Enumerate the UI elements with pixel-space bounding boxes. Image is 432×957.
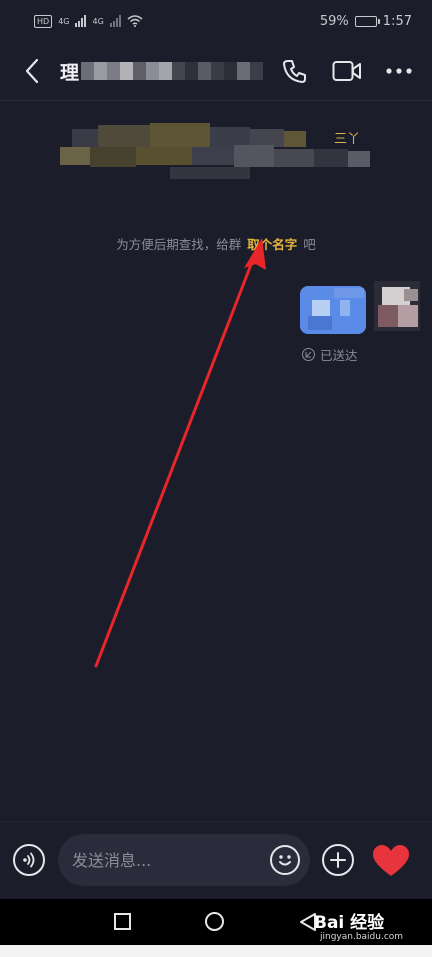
status-left: HD 4G 4G [34,14,143,28]
chat-header: 理 [0,42,432,100]
video-icon [332,61,361,81]
message-list[interactable]: 三丫 为方便后期查找，给群 取个名字 吧 已送达 [0,101,432,821]
name-group-link[interactable]: 取个名字 [247,237,297,252]
chevron-left-icon [25,58,39,84]
voice-icon [23,852,35,868]
delivered-icon [302,348,315,361]
watermark-brand: Bai 经验 [314,913,385,933]
system-tag: 三丫 [334,132,361,147]
sent-message-bubble[interactable] [300,286,366,334]
title-redacted [81,62,264,80]
signal-label-2: 4G [92,16,104,26]
input-bar [0,821,432,899]
avatar[interactable] [374,281,420,331]
plus-icon [330,852,346,868]
emoji-icon [279,855,291,866]
system-message-redacted [60,123,380,185]
video-call-button[interactable] [332,56,362,86]
voice-call-button[interactable] [280,56,310,86]
bottom-strip [0,945,432,957]
more-button[interactable] [384,56,414,86]
clock: 1:57 [382,13,412,29]
group-title[interactable]: 理 [60,58,264,84]
home-icon[interactable] [205,912,224,931]
name-group-hint: 为方便后期查找，给群 取个名字 吧 [0,234,432,253]
status-right: 59% 1:57 [320,14,412,29]
chat-screen: HD 4G 4G 59% 1:57 理 三丫 为方便后期查找，给群 取个名字 吧… [0,0,432,957]
more-icon [386,68,412,74]
watermark-url: jingyan.baidu.com [320,932,404,942]
signal-label-1: 4G [58,16,70,26]
battery-icon [354,15,380,27]
hint-text-before: 为方便后期查找，给群 [116,237,242,252]
more-actions-button[interactable] [322,844,354,876]
delivered-label: 已送达 [320,348,358,363]
back-button[interactable] [18,56,46,86]
recent-apps-icon[interactable] [114,913,131,930]
page-title: 理 [60,61,80,84]
phone-icon [283,60,306,83]
battery-percent: 59% [319,13,349,29]
hint-text-after: 吧 [303,237,316,252]
emoji-button[interactable] [270,845,300,875]
watermark: Bai 经验 jingyan.baidu.com [314,904,424,946]
hd-badge: HD [34,14,53,28]
delivered-status: 已送达 [302,345,358,364]
heart-icon[interactable] [372,844,410,878]
signal-icon [75,15,87,27]
signal-icon-2 [109,15,121,27]
status-bar: HD 4G 4G 59% 1:57 [0,0,432,42]
wifi-icon [127,15,143,27]
voice-input-button[interactable] [13,844,45,876]
header-actions [280,56,414,86]
